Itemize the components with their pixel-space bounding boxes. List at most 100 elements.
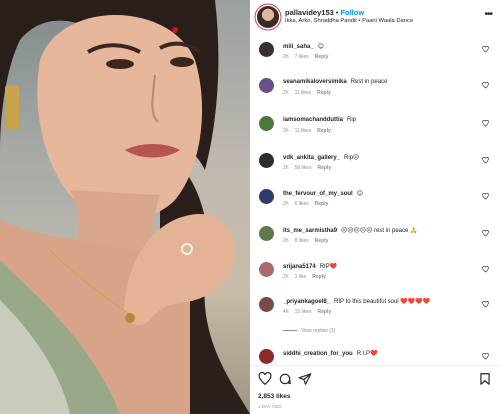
comment-item: vdk_ankita_gallery_ Rip😔 2h 59 likes Reply [250, 151, 500, 185]
reply-button[interactable]: Reply [312, 274, 326, 280]
comment-username[interactable]: seanamikaloversimika [283, 79, 347, 85]
comment-username[interactable]: srijana5174 [283, 264, 316, 270]
comment-likes[interactable]: 7 likes [295, 54, 309, 60]
comment-likes[interactable]: 59 likes [295, 165, 312, 171]
audio-label[interactable]: Ikka, Arko, Shraddha Pandit • Paani Waal… [285, 18, 413, 24]
comment-username[interactable]: _priyankagoel8_ [283, 299, 330, 305]
comment-text-line: its_me_sarmistha9 😔😔😔😔😔 rest in peace 🙏 [283, 227, 417, 234]
comment-time: 2h [283, 128, 289, 134]
comment-icon[interactable] [278, 372, 292, 386]
comment-time: 2h [283, 90, 289, 96]
comment-body: RIP❤️ [319, 264, 338, 270]
comment-text-line: vdk_ankita_gallery_ Rip😔 [283, 154, 359, 161]
heart-icon[interactable] [482, 157, 489, 164]
author-username[interactable]: pallavidey153 [285, 8, 334, 17]
reply-button[interactable]: Reply [315, 238, 329, 244]
heart-icon[interactable] [482, 301, 489, 308]
reply-button[interactable]: Reply [317, 128, 331, 134]
actions-divider [250, 365, 500, 366]
comment-avatar[interactable] [259, 349, 274, 364]
author-line: pallavidey153 • Follow [285, 8, 364, 17]
heart-icon[interactable] [482, 193, 489, 200]
comment-meta: 4h 15 likes Reply [283, 309, 337, 315]
comment-username[interactable]: iamsomachandduttia [283, 117, 343, 123]
heart-icon[interactable] [482, 353, 489, 360]
author-avatar[interactable] [257, 6, 279, 28]
heart-icon[interactable] [482, 46, 489, 53]
share-icon[interactable] [298, 372, 312, 386]
comment-text-line: _priyankagoel8_ RIP to this beautiful sou… [283, 298, 430, 305]
post-photo [0, 0, 250, 414]
comment-body: Rip😔 [344, 155, 360, 161]
comment-meta: 2h 6 likes Reply [283, 201, 334, 207]
comment-meta: 2h 11 likes Reply [283, 90, 337, 96]
reply-button[interactable]: Reply [318, 165, 332, 171]
comment-time: 2h [283, 274, 289, 280]
comment-avatar[interactable] [259, 297, 274, 312]
follow-button[interactable]: Follow [340, 8, 364, 17]
likes-count[interactable]: 2,853 likes [258, 393, 291, 400]
comment-avatar[interactable] [259, 153, 274, 168]
post-time: 1 DAY AGO [258, 404, 282, 409]
comment-item: seanamikaloversimika Rest in peace 2h 11 l… [250, 76, 500, 110]
comment-time: 4h [283, 309, 289, 315]
reply-button[interactable]: Reply [318, 309, 332, 315]
post-media[interactable] [0, 0, 250, 414]
instagram-post-view: pallavidey153 • Follow Ikka, Arko, Shraddh… [0, 0, 500, 414]
comment-likes[interactable]: 15 likes [295, 309, 312, 315]
comment-item: iamsomachandduttia Rip 2h 11 likes Reply [250, 114, 500, 148]
heart-icon[interactable] [482, 82, 489, 89]
comment-meta: 2h 11 likes Reply [283, 128, 337, 134]
comment-avatar[interactable] [259, 189, 274, 204]
comment-likes[interactable]: 11 likes [295, 90, 312, 96]
heart-icon[interactable] [482, 120, 489, 127]
comment-text-line: the_fervour_of_my_soul 😊 [283, 190, 363, 197]
view-replies-row: View replies (1) [250, 328, 500, 340]
comment-username[interactable]: its_me_sarmistha9 [283, 228, 337, 234]
comment-avatar[interactable] [259, 78, 274, 93]
replies-line [283, 330, 297, 331]
heart-icon[interactable] [482, 230, 489, 237]
comment-text-line: seanamikaloversimika Rest in peace [283, 79, 387, 85]
comment-time: 2h [283, 201, 289, 207]
comment-username[interactable]: siddhi_creation_for_you [283, 351, 353, 357]
comment-body: RIP to this beautiful soul ❤️❤️❤️❤️ [334, 299, 431, 305]
more-icon[interactable]: ••• [484, 10, 492, 20]
comment-meta: 2h 59 likes Reply [283, 165, 337, 171]
comment-avatar[interactable] [259, 42, 274, 57]
heart-icon[interactable] [258, 372, 272, 386]
comment-avatar[interactable] [259, 116, 274, 131]
bookmark-icon[interactable] [478, 372, 492, 386]
comment-meta: 2h 8 likes Reply [283, 238, 334, 244]
action-bar [250, 372, 500, 390]
comment-likes[interactable]: 1 like [295, 274, 307, 280]
comment-avatar[interactable] [259, 262, 274, 277]
comment-item: the_fervour_of_my_soul 😊 2h 6 likes Reply [250, 187, 500, 221]
comment-time: 2h [283, 54, 289, 60]
comment-likes[interactable]: 11 likes [295, 128, 312, 134]
reply-button[interactable]: Reply [315, 54, 329, 60]
comment-username[interactable]: the_fervour_of_my_soul [283, 191, 353, 197]
comment-likes[interactable]: 8 likes [295, 238, 309, 244]
comment-text-line: srijana5174 RIP❤️ [283, 263, 337, 270]
comment-likes[interactable]: 6 likes [295, 201, 309, 207]
comment-time: 2h [283, 165, 289, 171]
comment-body: 😊 [356, 191, 363, 197]
reply-button[interactable]: Reply [317, 90, 331, 96]
comment-item: its_me_sarmistha9 😔😔😔😔😔 rest in peace 🙏 2… [250, 224, 500, 258]
view-replies-label: View replies (1) [301, 328, 336, 334]
comment-meta: 2h 7 likes Reply [283, 54, 334, 60]
comment-avatar[interactable] [259, 226, 274, 241]
post-header: pallavidey153 • Follow Ikka, Arko, Shraddh… [250, 0, 500, 32]
comment-item: srijana5174 RIP❤️ 2h 1 like Reply [250, 260, 500, 294]
comment-username[interactable]: mili_saha_ [283, 44, 314, 50]
comment-text-line: siddhi_creation_for_you R.I.P❤️ [283, 350, 378, 357]
header-separator: • [335, 8, 339, 17]
comment-body: 😔😔😔😔😔 rest in peace 🙏 [341, 228, 418, 234]
heart-icon[interactable] [482, 266, 489, 273]
reply-button[interactable]: Reply [315, 201, 329, 207]
view-replies-button[interactable]: View replies (1) [283, 328, 335, 334]
comment-username[interactable]: vdk_ankita_gallery_ [283, 155, 340, 161]
comment-time: 2h [283, 238, 289, 244]
comment-text-line: iamsomachandduttia Rip [283, 117, 356, 123]
